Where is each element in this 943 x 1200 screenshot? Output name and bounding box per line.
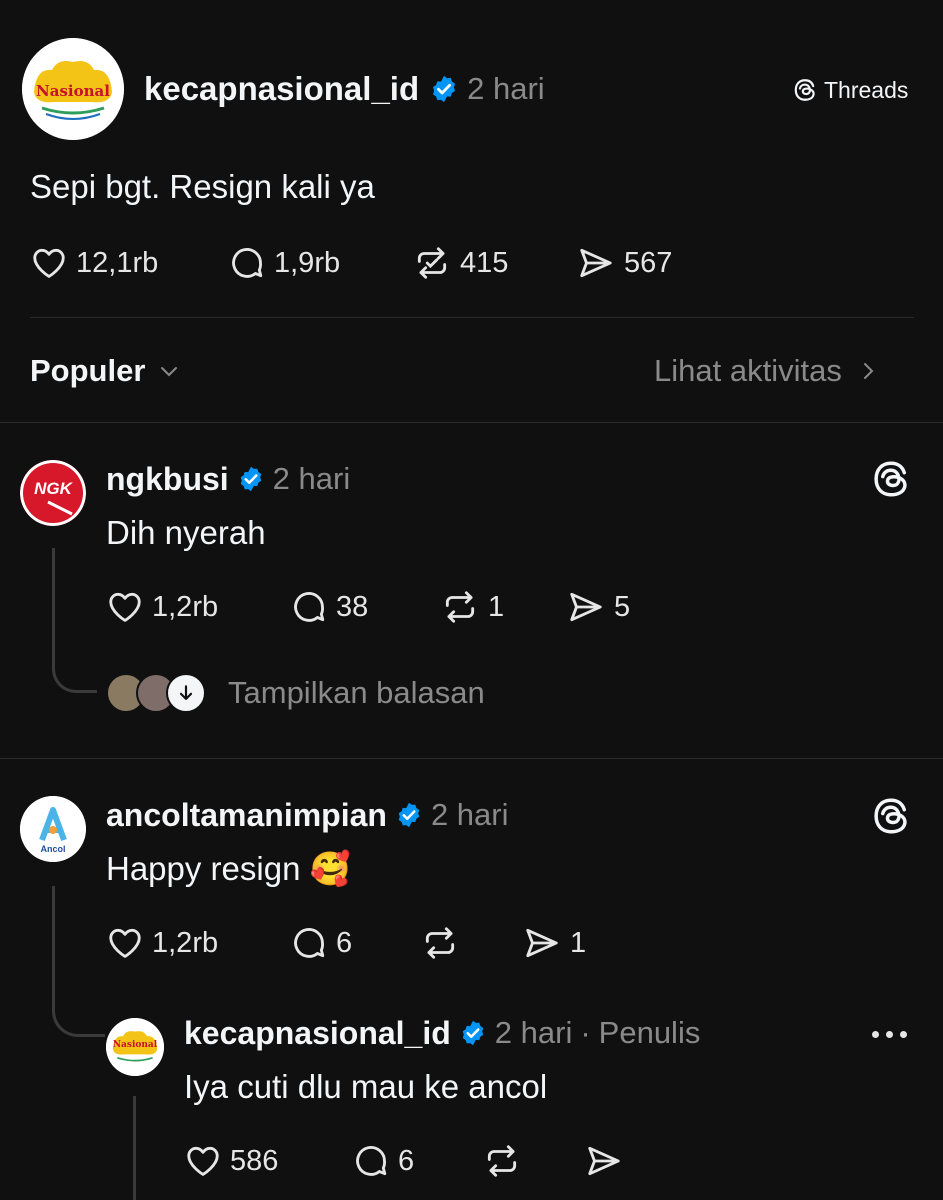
post-share-count: 567 <box>624 246 673 279</box>
sort-dropdown[interactable]: Populer <box>30 350 181 392</box>
comment-reply-count: 38 <box>336 590 369 623</box>
divider <box>0 422 943 423</box>
repost-icon <box>487 1145 517 1177</box>
comment-time: 2 hari <box>430 797 509 832</box>
post-share-button[interactable]: 567 <box>576 244 672 282</box>
avatar-ancoltamanimpian[interactable]: Ancol <box>20 796 86 862</box>
divider <box>30 317 914 318</box>
comment-reply-button[interactable]: 6 <box>290 924 352 962</box>
heart-icon <box>109 592 141 622</box>
comment-share-button[interactable]: 1 <box>522 924 586 962</box>
comment-header: ngkbusi 2 hari <box>106 458 350 500</box>
post-text: Sepi bgt. Resign kali ya <box>30 168 375 205</box>
comment-time: 2 hari <box>272 461 351 496</box>
reply-like-button[interactable]: 586 <box>184 1142 278 1180</box>
comment-icon <box>294 928 325 958</box>
repost-icon <box>425 927 455 959</box>
threads-badge[interactable]: Threads <box>792 74 908 106</box>
post-username[interactable]: kecapnasional_id <box>144 70 419 108</box>
verified-icon <box>398 802 420 828</box>
heart-icon <box>109 928 141 958</box>
post-reply-count: 1,9rb <box>274 246 341 279</box>
threads-icon[interactable] <box>870 795 912 837</box>
send-icon <box>570 592 602 622</box>
more-options-icon[interactable] <box>872 1022 907 1046</box>
reply-reply-button[interactable]: 6 <box>352 1142 414 1180</box>
reply-time: 2 hari <box>494 1015 573 1050</box>
post-repost-button[interactable]: 415 <box>412 244 508 282</box>
divider <box>0 758 943 759</box>
arrow-down-icon <box>166 673 206 713</box>
comment-username[interactable]: ancoltamanimpian <box>106 797 387 834</box>
separator-dot: · <box>580 1015 591 1050</box>
avatar-text: Ancol <box>40 844 66 854</box>
repost-icon <box>445 591 475 623</box>
reply-repost-button[interactable] <box>482 1142 522 1180</box>
verified-icon <box>433 75 456 103</box>
comment-like-button[interactable]: 1,2rb <box>106 588 218 626</box>
avatar-kecapnasional[interactable]: Nasional <box>106 1018 164 1076</box>
avatar-ngkbusi[interactable]: NGK <box>20 460 86 526</box>
chevron-down-icon <box>161 367 178 377</box>
post-reply-button[interactable]: 1,9rb <box>228 244 340 282</box>
show-replies-link[interactable]: Tampilkan balasan <box>106 672 485 714</box>
reply-like-count: 586 <box>230 1144 279 1177</box>
comment-share-count: 1 <box>570 926 587 959</box>
comment-username[interactable]: ngkbusi <box>106 461 229 498</box>
comment-share-button[interactable]: 5 <box>566 588 630 626</box>
comment-text: Dih nyerah <box>106 514 266 551</box>
avatar-kecapnasional[interactable]: Nasional <box>22 38 124 140</box>
avatar-text: Nasional <box>112 1040 158 1050</box>
thread-connector <box>52 886 55 1006</box>
comment-text: Happy resign 🥰 <box>106 850 351 887</box>
post-repost-count: 415 <box>460 246 509 279</box>
heart-icon <box>187 1146 219 1176</box>
comment-reply-count: 6 <box>336 926 353 959</box>
view-activity-link[interactable]: Lihat aktivitas <box>654 350 880 392</box>
reply-reply-count: 6 <box>398 1144 415 1177</box>
comment-reply-button[interactable]: 38 <box>290 588 368 626</box>
chevron-right-icon <box>863 363 874 379</box>
comment-repost-count: 1 <box>488 590 505 623</box>
avatar-text: NGK <box>34 479 72 498</box>
comment-share-count: 5 <box>614 590 631 623</box>
show-replies-label: Tampilkan balasan <box>228 675 485 710</box>
comment-like-button[interactable]: 1,2rb <box>106 924 218 962</box>
verified-icon <box>462 1020 484 1046</box>
post-time: 2 hari <box>467 71 545 106</box>
send-icon <box>526 928 558 958</box>
send-icon <box>588 1146 620 1176</box>
thread-connector-curve <box>52 650 97 693</box>
comment-repost-button[interactable] <box>420 924 460 962</box>
comment-header: ancoltamanimpian 2 hari <box>106 794 509 836</box>
comment-repost-button[interactable]: 1 <box>440 588 504 626</box>
thread-connector-curve <box>52 990 105 1037</box>
reply-username[interactable]: kecapnasional_id <box>184 1015 451 1052</box>
threads-badge-label: Threads <box>824 76 909 103</box>
threads-icon <box>794 79 815 101</box>
reply-share-button[interactable] <box>584 1142 624 1180</box>
comment-like-count: 1,2rb <box>152 590 219 623</box>
post-like-count: 12,1rb <box>76 246 159 279</box>
post-like-button[interactable]: 12,1rb <box>30 244 158 282</box>
threads-icon[interactable] <box>870 458 912 500</box>
sort-label: Populer <box>30 353 146 388</box>
post-header: kecapnasional_id 2 hari <box>144 66 545 112</box>
repost-icon <box>417 247 447 279</box>
thread-connector <box>133 1096 136 1200</box>
heart-icon <box>33 248 65 278</box>
comment-icon <box>294 592 325 622</box>
author-tag: Penulis <box>598 1015 701 1050</box>
reply-text: Iya cuti dlu mau ke ancol <box>184 1068 548 1105</box>
reply-header: kecapnasional_id 2 hari · Penulis <box>184 1012 700 1054</box>
avatar-text: Nasional <box>36 82 110 100</box>
view-activity-label: Lihat aktivitas <box>654 353 842 388</box>
comment-like-count: 1,2rb <box>152 926 219 959</box>
comment-icon <box>232 248 263 278</box>
send-icon <box>580 248 612 278</box>
verified-icon <box>240 466 261 492</box>
comment-icon <box>356 1146 387 1176</box>
